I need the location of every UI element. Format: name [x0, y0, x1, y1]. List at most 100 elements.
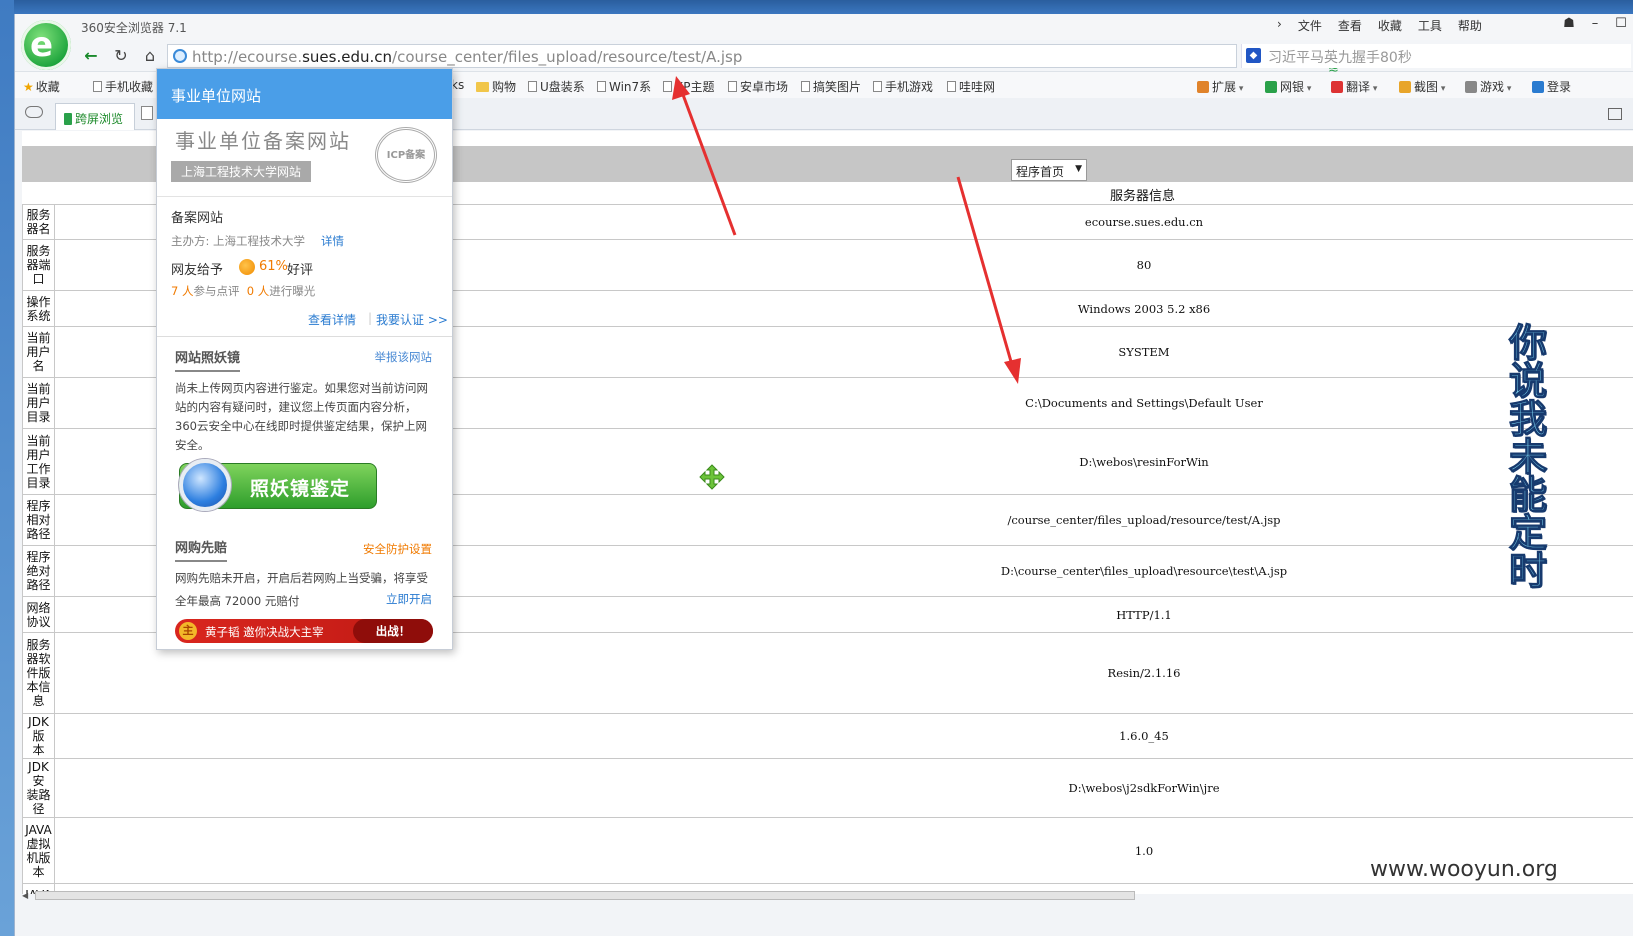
page-icon: [597, 81, 606, 92]
shopping-section-title: 网购先赔: [175, 537, 228, 562]
extension-label: 网银: [1280, 80, 1305, 94]
bookmark-label: 手机游戏: [885, 80, 934, 94]
review-stats: 7 人参与点评 0 人进行曝光: [171, 284, 316, 298]
rating-suffix: 好评: [287, 263, 314, 278]
row-label: JDK版本: [22, 713, 55, 759]
toolbar-extension-item[interactable]: 游戏 ▾: [1465, 78, 1511, 95]
chevron-down-icon: ▾: [1304, 84, 1312, 94]
link-divider: |: [368, 311, 373, 325]
mirror-description: 尚未上传网页内容进行鉴定。如果您对当前访问网站的内容有疑问时，建议您上传页面内容…: [175, 381, 428, 452]
refresh-button[interactable]: ↻: [109, 45, 133, 67]
cloud-sync-icon[interactable]: [25, 106, 43, 118]
toolbar-extension-item[interactable]: 翻译 ▾: [1331, 78, 1377, 95]
popup-info: 备案网站 主办方: 上海工程技术大学 详情 网友给予 61% 好评 7 人参与点…: [157, 197, 452, 337]
bookmark-item[interactable]: Win7系: [597, 78, 651, 95]
tab-cross-screen[interactable]: 跨屏浏览: [55, 103, 135, 130]
row-value: D:\webos\j2sdkForWin\jre: [54, 758, 1633, 818]
bookmark-item[interactable]: 安卓市场: [728, 78, 788, 95]
promo-text: 黄子韬 邀你决战大主宰: [205, 625, 324, 639]
detail-link[interactable]: 详情: [321, 233, 344, 249]
menu-help[interactable]: 帮助: [1458, 17, 1482, 34]
toolbar-extension-item[interactable]: 登录: [1532, 78, 1571, 95]
security-settings-link[interactable]: 安全防护设置: [363, 541, 432, 557]
toolbar-extension-item[interactable]: 扩展 ▾: [1197, 78, 1243, 95]
rating-label: 网友给予: [171, 263, 224, 278]
chevron-down-icon: ▾: [1370, 84, 1378, 94]
sidebar-toggle-icon[interactable]: [1608, 108, 1622, 120]
report-site-link[interactable]: 举报该网站: [375, 349, 433, 365]
bookmark-item[interactable]: 搞笑图片: [801, 78, 861, 95]
page-icon: [728, 81, 737, 92]
site-security-icon[interactable]: [173, 49, 187, 63]
chevron-down-icon: ▼: [1075, 164, 1082, 174]
row-label: 网络 协议: [22, 596, 55, 633]
extension-label: 登录: [1547, 80, 1572, 94]
menu-view[interactable]: 查看: [1338, 17, 1362, 34]
extension-label: 翻译: [1346, 80, 1371, 94]
horizontal-scrollbar[interactable]: [35, 891, 1135, 900]
page-select[interactable]: 程序首页 ▼: [1011, 159, 1087, 181]
row-label: 当前 用户 工作 目录: [22, 428, 55, 495]
promo-banner[interactable]: 主 黄子韬 邀你决战大主宰 出战！: [175, 619, 433, 643]
certify-link[interactable]: 我要认证 >>: [376, 311, 448, 328]
star-icon: ★: [23, 80, 34, 94]
row-label: JDK安 装路径: [22, 758, 55, 818]
home-button[interactable]: ⌂: [138, 45, 162, 67]
scroll-left-arrow[interactable]: ◀: [22, 891, 34, 900]
bookmark-label: 哇哇网: [959, 80, 996, 94]
back-button[interactable]: ←: [79, 45, 103, 67]
tab-page[interactable]: [141, 106, 153, 120]
address-bar[interactable]: http://ecourse.sues.edu.cn/course_center…: [167, 44, 1379, 79]
desktop-left-strip: [0, 0, 14, 936]
menu-chevron-icon[interactable]: ›: [1277, 17, 1282, 34]
skin-icon[interactable]: ☗: [1556, 14, 1582, 34]
watermark: www.wooyun.org: [1370, 857, 1558, 882]
menu-tools[interactable]: 工具: [1418, 17, 1442, 34]
bookmark-item[interactable]: 哇哇网: [947, 78, 995, 95]
overlay-side-text: 你说我未能定时: [1508, 321, 1547, 593]
row-label: 程序 绝对 路径: [22, 545, 55, 597]
bookmark-item[interactable]: 手机收藏: [93, 78, 153, 95]
move-cursor-icon: [699, 464, 725, 490]
popup-brand: 事业单位备案网站 上海工程技术大学网站 ICP备案: [157, 119, 452, 197]
brand-title: 事业单位备案网站: [175, 129, 351, 153]
chevron-down-icon: ▾: [1236, 84, 1244, 94]
extension-label: 扩展: [1212, 80, 1237, 94]
bookmark-label: 搞笑图片: [813, 80, 862, 94]
row-label: 程序 相对 路径: [22, 494, 55, 546]
search-input[interactable]: 习近平马英九握手80秒: [1268, 47, 1412, 67]
minimize-button[interactable]: –: [1582, 14, 1608, 34]
page-icon: [801, 81, 810, 92]
maximize-button[interactable]: ☐: [1608, 14, 1633, 34]
bookmark-item[interactable]: 购物: [476, 78, 516, 95]
url-text[interactable]: http://ecourse.sues.edu.cn/course_center…: [192, 48, 742, 66]
bookmark-item[interactable]: U盘装系: [528, 78, 585, 95]
bookmark-item[interactable]: ★ 收藏: [23, 78, 60, 95]
search-engine-icon[interactable]: ◆: [1246, 48, 1261, 63]
browser-logo-icon[interactable]: e: [21, 20, 71, 70]
menu-file[interactable]: 文件: [1298, 17, 1322, 34]
desktop-background: [0, 0, 1633, 14]
site-type: 备案网站: [171, 211, 224, 226]
view-details-link[interactable]: 查看详情: [308, 311, 356, 328]
toolbar-extension-item[interactable]: 截图 ▾: [1399, 78, 1445, 95]
promo-icon: 主: [179, 622, 197, 640]
menu-bar: › 文件 查看 收藏 工具 帮助: [1277, 17, 1482, 34]
enable-now-link[interactable]: 立即开启: [386, 591, 432, 607]
promo-fight-button[interactable]: 出战！: [353, 619, 433, 643]
icp-seal-icon: ICP备案: [375, 127, 437, 183]
bookmark-label: 收藏: [35, 80, 60, 94]
menu-favorites[interactable]: 收藏: [1378, 17, 1402, 34]
mirror-orb-icon: [179, 459, 231, 511]
phone-icon: [64, 113, 72, 125]
table-row: JDK版本 1.6.0_45: [22, 713, 1633, 759]
bookmark-item[interactable]: 手机游戏: [873, 78, 933, 95]
folder-icon: [476, 82, 489, 92]
orange-rating-icon: [239, 259, 255, 275]
search-box[interactable]: ◆ 习近平马英九握手80秒: [1241, 44, 1631, 68]
toolbar-extension-item[interactable]: 网银 ▾: [1265, 78, 1311, 95]
popup-header: 事业单位网站: [157, 69, 452, 119]
bookmark-item[interactable]: XP主题: [663, 78, 714, 95]
row-label: 服务 器软 件版 本信息: [22, 632, 55, 714]
rating-percent: 61%: [259, 259, 288, 274]
